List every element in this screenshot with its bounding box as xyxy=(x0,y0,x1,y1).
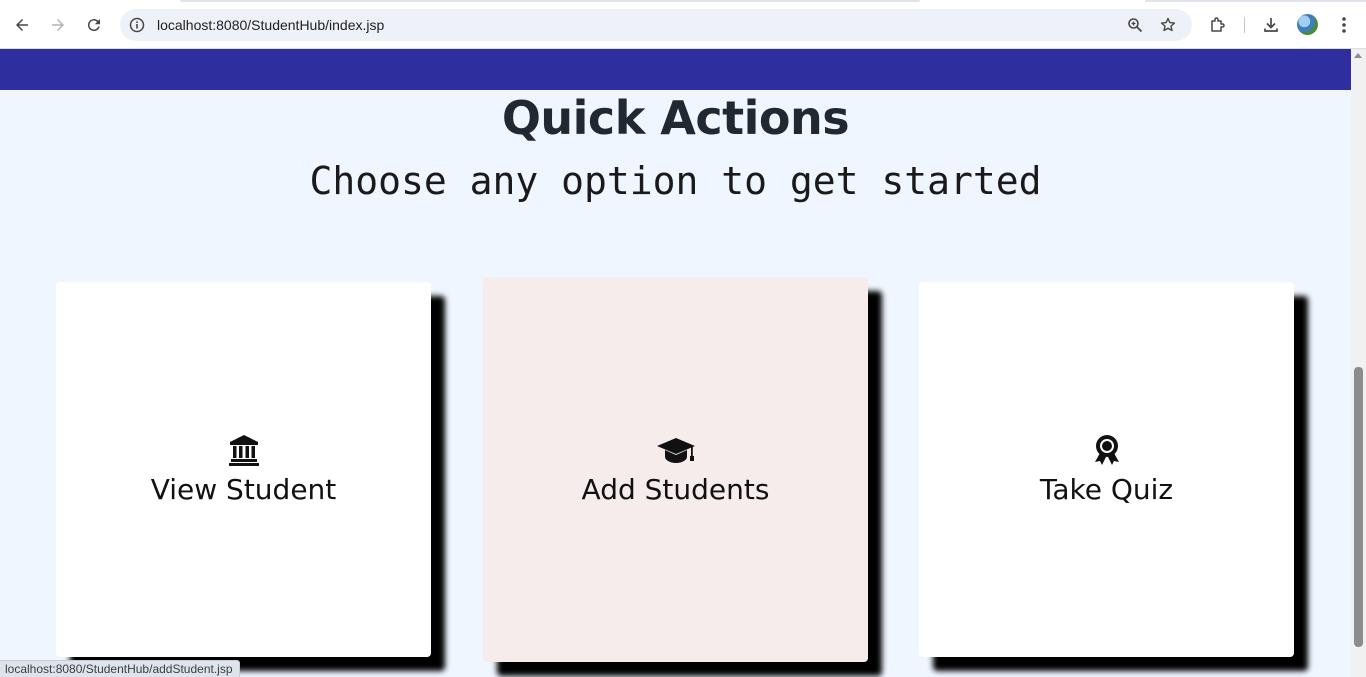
zoom-icon[interactable] xyxy=(1127,17,1143,33)
address-bar[interactable]: localhost:8080/StudentHub/index.jsp xyxy=(120,9,1192,41)
site-info-icon[interactable] xyxy=(129,17,145,33)
header-banner xyxy=(0,49,1351,90)
take-quiz-label: Take Quiz xyxy=(1039,473,1174,506)
view-student-card[interactable]: View Student xyxy=(56,282,431,657)
bank-icon xyxy=(228,435,259,466)
browser-toolbar: localhost:8080/StudentHub/index.jsp xyxy=(0,0,1366,49)
kebab-menu-icon[interactable] xyxy=(1336,15,1352,35)
reload-icon xyxy=(87,19,100,32)
scrollbar-thumb[interactable] xyxy=(1354,367,1363,647)
page-content: Quick Actions Choose any option to get s… xyxy=(0,49,1351,677)
forward-button[interactable] xyxy=(43,10,73,40)
tab-strip-edge-right xyxy=(1145,0,1366,2)
take-quiz-card[interactable]: Take Quiz xyxy=(919,282,1294,657)
url-text: localhost:8080/StudentHub/index.jsp xyxy=(157,17,385,33)
page-title: Quick Actions xyxy=(501,91,850,145)
page-subtitle: Choose any option to get started xyxy=(309,159,1042,203)
award-icon xyxy=(1094,435,1119,465)
view-student-label: View Student xyxy=(150,473,337,506)
toolbar-divider xyxy=(1244,17,1245,33)
arrow-left-icon xyxy=(16,19,28,31)
reload-button[interactable] xyxy=(79,10,109,40)
bookmark-star-icon[interactable] xyxy=(1160,17,1176,33)
add-students-label: Add Students xyxy=(581,473,770,506)
add-students-card[interactable]: Add Students xyxy=(483,277,868,662)
graduation-cap-icon xyxy=(656,438,695,463)
profile-avatar[interactable] xyxy=(1297,14,1318,35)
back-button[interactable] xyxy=(7,10,37,40)
page-scrollbar[interactable] xyxy=(1351,49,1366,677)
tab-strip-edge xyxy=(180,0,920,2)
scroll-up-arrow-icon[interactable] xyxy=(1354,53,1362,58)
link-status-bubble: localhost:8080/StudentHub/addStudent.jsp xyxy=(0,660,240,677)
download-icon[interactable] xyxy=(1262,16,1280,34)
extensions-icon[interactable] xyxy=(1209,16,1227,34)
arrow-right-icon xyxy=(52,19,64,31)
